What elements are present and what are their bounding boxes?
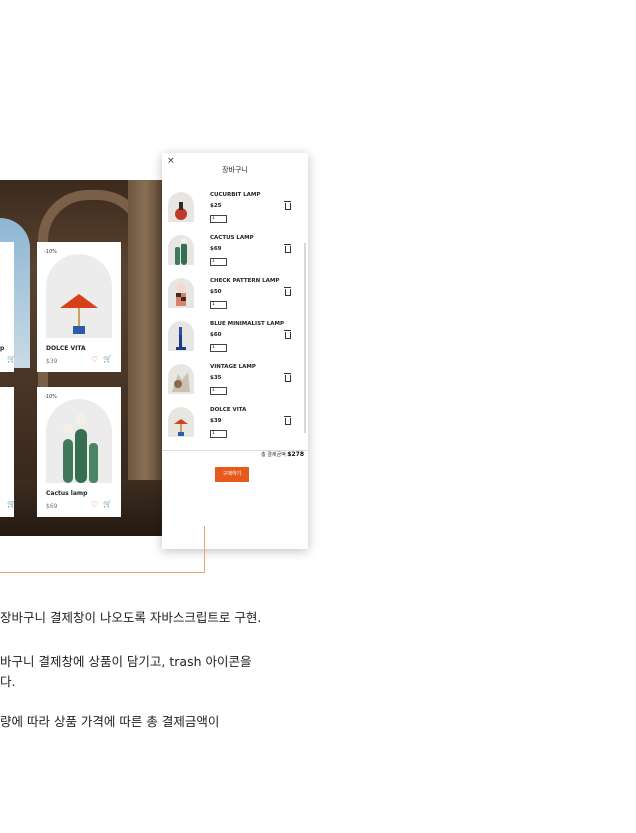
product-card-partial[interactable]: 🛒 [0,387,16,517]
cart-item: CHECK PATTERN LAMP $50 1 [168,278,298,318]
product-price: $39 [46,358,58,365]
cart-icon[interactable]: 🛒 [7,355,16,363]
cart-icon[interactable]: 🛒 [103,355,112,363]
trash-icon[interactable] [284,287,291,296]
total-label: 총 결제금액 [261,452,286,458]
product-name-fragment: p [0,345,5,352]
product-card[interactable]: -10% Cactus lamp $69 ♡ 🛒 [37,387,121,517]
product-image [46,254,112,338]
description-line: 다. [0,674,16,689]
scrollbar[interactable] [304,243,306,433]
product-card[interactable]: -10% DOLCE VITA $39 ♡ 🛒 [37,242,121,372]
item-price: $60 [210,332,222,338]
item-price: $35 [210,375,222,381]
item-price: $50 [210,289,222,295]
product-name: Cactus lamp [46,490,88,497]
connector-line [204,526,205,573]
item-thumbnail [168,278,194,308]
discount-badge: -10% [44,394,57,400]
cart-item: VINTAGE LAMP $35 1 [168,364,298,404]
quantity-input[interactable]: 1 [210,258,227,266]
heart-icon[interactable]: ♡ [91,500,98,509]
item-name: CHECK PATTERN LAMP [210,278,280,284]
item-thumbnail [168,364,194,394]
product-price: $69 [46,503,58,510]
item-name: VINTAGE LAMP [210,364,256,370]
trash-icon[interactable] [284,373,291,382]
trash-icon[interactable] [284,244,291,253]
cart-total: 총 결제금액 $278 [261,451,304,458]
item-name: BLUE MINIMALIST LAMP [210,321,284,327]
quantity-input[interactable]: 1 [210,430,227,438]
heart-icon[interactable]: ♡ [91,355,98,364]
item-thumbnail [168,321,194,351]
cart-item: BLUE MINIMALIST LAMP $60 1 [168,321,298,361]
connector-line [0,572,205,573]
product-name: DOLCE VITA [46,345,86,352]
product-card-partial[interactable]: p 🛒 [0,242,16,372]
discount-badge: -10% [44,249,57,255]
trash-icon[interactable] [284,416,291,425]
item-name: DOLCE VITA [210,407,247,413]
description-line: 바구니 결제창에 상품이 담기고, trash 아이콘을 [0,654,252,669]
item-thumbnail [168,235,194,265]
trash-icon[interactable] [284,330,291,339]
item-thumbnail [168,192,194,222]
total-value: $278 [287,451,304,458]
cart-icon[interactable]: 🛒 [7,500,16,508]
item-name: CUCURBIT LAMP [210,192,261,198]
description-line: 장바구니 결제창이 나오도록 자바스크립트로 구현. [0,610,262,625]
item-price: $25 [210,203,222,209]
trash-icon[interactable] [284,201,291,210]
cart-icon[interactable]: 🛒 [103,500,112,508]
quantity-input[interactable]: 1 [210,344,227,352]
quantity-input[interactable]: 1 [210,387,227,395]
description-line: 량에 따라 상품 가격에 따른 총 결제금액이 [0,714,220,729]
cart-item: CUCURBIT LAMP $25 1 [168,192,298,232]
cart-item: DOLCE VITA $39 1 [168,407,298,447]
quantity-input[interactable]: 1 [210,215,227,223]
cart-panel: × 장바구니 CUCURBIT LAMP $25 1 CACTUS LAMP $… [162,153,308,549]
item-name: CACTUS LAMP [210,235,254,241]
item-price: $69 [210,246,222,252]
item-price: $39 [210,418,222,424]
product-image [46,399,112,483]
quantity-input[interactable]: 1 [210,301,227,309]
buy-button[interactable]: 구매하기 [215,467,249,482]
cart-title: 장바구니 [222,166,248,174]
cart-item: CACTUS LAMP $69 1 [168,235,298,275]
item-thumbnail [168,407,194,437]
